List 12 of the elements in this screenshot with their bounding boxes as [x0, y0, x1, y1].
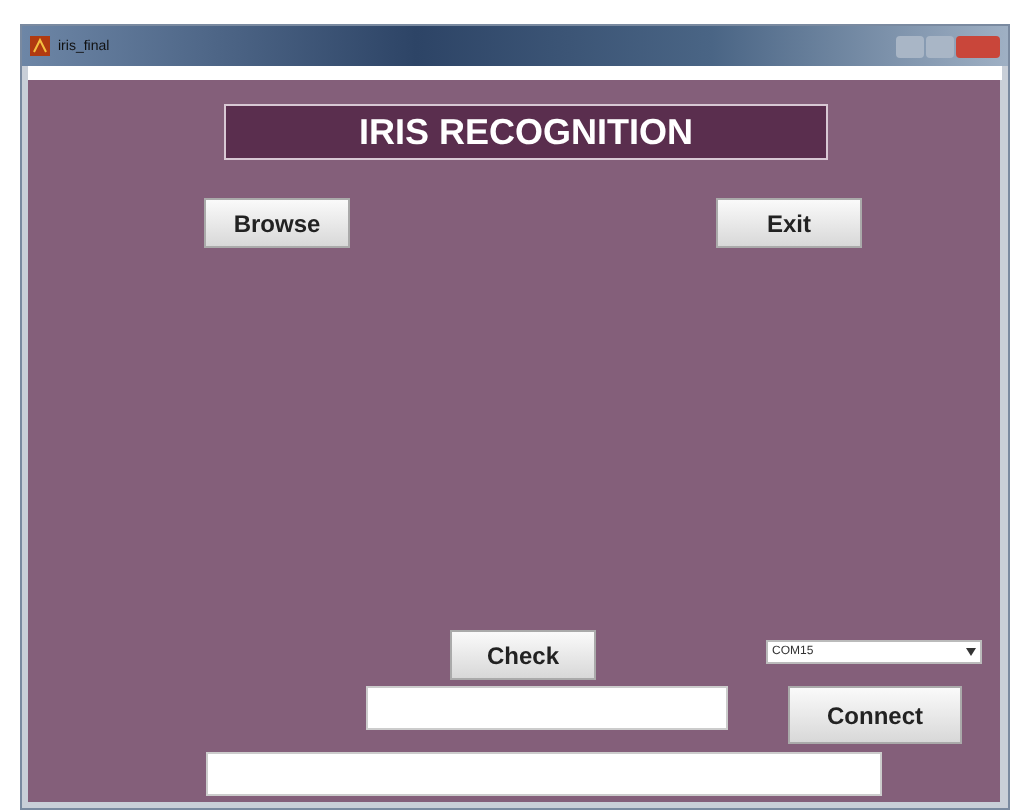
connect-button[interactable]: Connect: [788, 686, 962, 744]
app-icon: [30, 36, 50, 56]
dropdown-arrow-icon: [966, 648, 976, 656]
check-button[interactable]: Check: [450, 630, 596, 680]
exit-button[interactable]: Exit: [716, 198, 862, 248]
minimize-button[interactable]: [896, 35, 924, 57]
result-field[interactable]: [366, 686, 728, 730]
maximize-button[interactable]: [926, 35, 954, 57]
close-button[interactable]: [956, 35, 1000, 57]
browse-button[interactable]: Browse: [204, 198, 350, 248]
app-heading: IRIS RECOGNITION: [224, 104, 828, 160]
status-field[interactable]: [206, 752, 882, 796]
